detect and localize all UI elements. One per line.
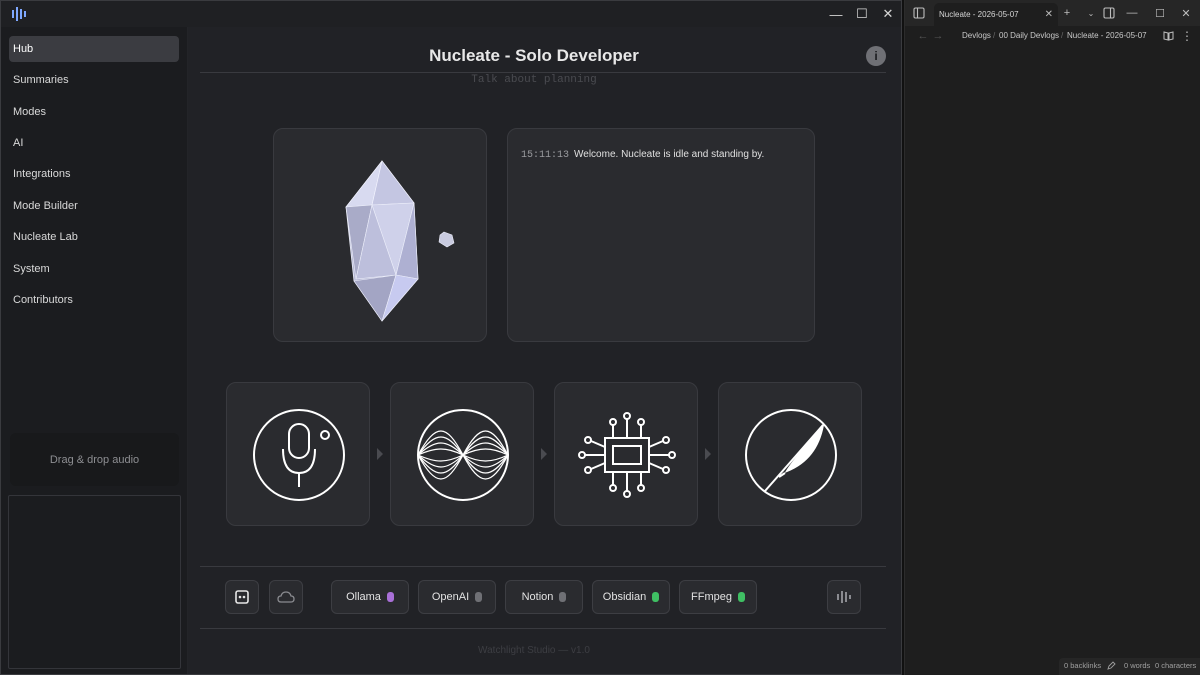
mode-subtitle: Talk about planning	[471, 74, 597, 86]
tab-close-icon[interactable]: ✕	[1045, 3, 1053, 26]
tab-nucleate-note[interactable]: Nucleate - 2026-05-07 ✕	[934, 3, 1058, 26]
waveform-icon	[417, 409, 509, 501]
breadcrumb-separator: /	[993, 31, 996, 40]
crystal-visualizer-card	[273, 128, 487, 342]
sidebar-toggle-icon[interactable]	[913, 7, 925, 19]
pipeline-step-record[interactable]	[226, 382, 370, 526]
local-mode-button[interactable]	[225, 580, 259, 614]
pipeline-step-write[interactable]	[718, 382, 862, 526]
reading-view-book-icon[interactable]	[1163, 31, 1174, 41]
microphone-icon	[253, 409, 345, 501]
integration-label: Obsidian	[602, 591, 647, 603]
tab-bar: Nucleate - 2026-05-07 ✕ + ⌄ — ☐ ✕	[905, 0, 1200, 26]
integration-label: Notion	[521, 591, 554, 603]
audio-levels-button[interactable]	[827, 580, 861, 614]
breadcrumb-devlogs[interactable]: Devlogs	[962, 31, 991, 40]
integration-notion[interactable]: Notion	[505, 580, 583, 614]
minimize-button[interactable]: —	[825, 4, 847, 24]
maximize-button[interactable]: ☐	[1151, 3, 1169, 23]
status-characters: 0 characters	[1155, 661, 1197, 670]
obsidian-window: Nucleate - 2026-05-07 ✕ + ⌄ — ☐ ✕ ← → De…	[904, 0, 1200, 675]
maximize-button[interactable]: ☐	[851, 4, 873, 24]
minimize-button[interactable]: —	[1123, 3, 1141, 23]
info-button[interactable]: i	[866, 46, 886, 66]
hub-main: Nucleate - Solo Developer Talk about pla…	[188, 27, 901, 674]
sidebar-item-mode-builder[interactable]: Mode Builder	[9, 193, 179, 219]
log-message: Welcome. Nucleate is idle and standing b…	[574, 149, 765, 160]
pipeline-arrow-icon	[541, 448, 547, 460]
header-divider	[200, 72, 886, 73]
sidebar-preview-panel	[8, 495, 181, 669]
bottom-divider	[200, 628, 886, 629]
new-tab-button[interactable]: +	[1058, 3, 1076, 23]
log-timestamp: 15:11:13	[521, 150, 570, 161]
robot-face-icon	[235, 590, 249, 604]
status-indicator-icon	[559, 592, 567, 602]
tab-title: Nucleate - 2026-05-07	[939, 10, 1019, 19]
close-button[interactable]: ✕	[877, 4, 899, 24]
integration-label: OpenAI	[431, 591, 470, 603]
sidebar-item-integrations[interactable]: Integrations	[9, 161, 179, 187]
title-bar: — ☐ ✕	[1, 1, 901, 27]
footer-version: Watchlight Studio — v1.0	[478, 645, 590, 656]
status-indicator-icon	[386, 592, 394, 602]
audio-dropzone[interactable]: Drag & drop audio	[10, 433, 179, 486]
sidebar-item-hub[interactable]: Hub	[9, 36, 179, 62]
page-title: Nucleate - Solo Developer	[429, 46, 639, 65]
forward-arrow-icon[interactable]: →	[929, 26, 947, 46]
activity-log-panel: 15:11:13 Welcome. Nucleate is idle and st…	[507, 128, 815, 342]
sidebar-item-nucleate-lab[interactable]: Nucleate Lab	[9, 224, 179, 250]
crystal-icon	[345, 160, 455, 322]
cloud-icon	[277, 591, 295, 603]
log-entry: 15:11:13 Welcome. Nucleate is idle and st…	[521, 149, 764, 161]
sidebar-item-system[interactable]: System	[9, 256, 179, 282]
audio-bars-icon	[837, 591, 851, 603]
integration-label: FFmpeg	[691, 591, 732, 603]
pipeline-arrow-icon	[705, 448, 711, 460]
pipeline-step-transcribe[interactable]	[390, 382, 534, 526]
status-backlinks[interactable]: 0 backlinks	[1064, 661, 1101, 670]
footer-divider	[200, 566, 886, 567]
sidebar-item-ai[interactable]: AI	[9, 130, 179, 156]
breadcrumb-current-note: Nucleate - 2026-05-07	[1067, 31, 1147, 40]
pipeline-arrow-icon	[377, 448, 383, 460]
status-words: 0 words	[1124, 661, 1151, 670]
sidebar-item-summaries[interactable]: Summaries	[9, 67, 179, 93]
quill-pen-icon	[745, 409, 837, 501]
tab-list-chevron-icon[interactable]: ⌄	[1082, 3, 1100, 23]
status-indicator-icon	[737, 592, 745, 602]
right-sidebar-toggle-icon[interactable]	[1103, 7, 1115, 19]
sidebar-item-contributors[interactable]: Contributors	[9, 287, 179, 313]
breadcrumb-separator: /	[1061, 31, 1064, 40]
status-indicator-icon	[475, 592, 483, 602]
cloud-mode-button[interactable]	[269, 580, 303, 614]
status-indicator-icon	[652, 592, 660, 602]
integration-ffmpeg[interactable]: FFmpeg	[679, 580, 757, 614]
more-options-icon[interactable]: ⋮	[1178, 26, 1196, 46]
processor-chip-icon	[578, 412, 676, 498]
integration-ollama[interactable]: Ollama	[331, 580, 409, 614]
breadcrumb-daily-devlogs[interactable]: 00 Daily Devlogs	[999, 31, 1059, 40]
sidebar: Hub Summaries Modes AI Integrations Mode…	[1, 27, 187, 674]
integration-obsidian[interactable]: Obsidian	[592, 580, 670, 614]
close-button[interactable]: ✕	[1177, 3, 1195, 23]
pipeline-step-process[interactable]	[554, 382, 698, 526]
integration-label: Ollama	[346, 591, 381, 603]
sidebar-item-modes[interactable]: Modes	[9, 99, 179, 125]
edit-pencil-icon[interactable]	[1107, 661, 1116, 670]
nucleate-window: — ☐ ✕ Hub Summaries Modes AI Integration…	[0, 0, 902, 675]
integration-openai[interactable]: OpenAI	[418, 580, 496, 614]
app-bars-logo-icon	[12, 7, 26, 21]
